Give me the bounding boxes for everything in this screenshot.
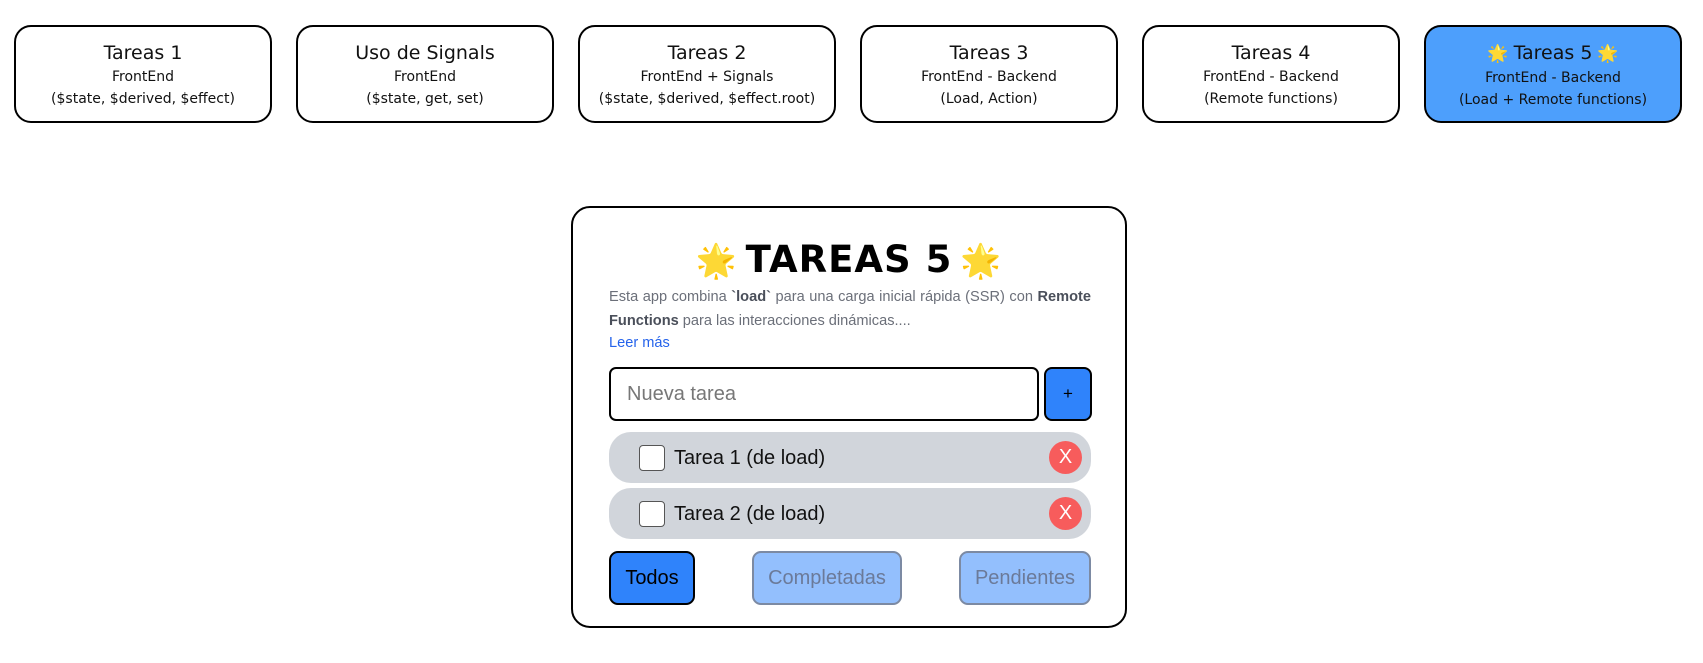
nav-card-tareas-2[interactable]: Tareas 2 FrontEnd + Signals ($state, $de… xyxy=(578,25,836,123)
nav-card-title: Uso de Signals xyxy=(355,42,495,64)
app-description: Esta app combina `load` para una carga i… xyxy=(609,285,1091,333)
new-task-input[interactable] xyxy=(609,367,1039,421)
task-checkbox[interactable] xyxy=(639,501,665,527)
nav-card-title: Tareas 2 xyxy=(667,42,747,64)
nav-card-details: (Remote functions) xyxy=(1204,91,1338,107)
delete-task-button[interactable]: X xyxy=(1049,441,1082,474)
nav-card-details: (Load + Remote functions) xyxy=(1458,92,1648,108)
nav-card-title: 🌟 Tareas 5 🌟 xyxy=(1426,41,1680,66)
nav-card-details: ($state, get, set) xyxy=(366,91,484,107)
tasks-panel: 🌟 TAREAS 5 🌟 Esta app combina `load` para … xyxy=(571,206,1127,628)
nav-card-tareas-4[interactable]: Tareas 4 FrontEnd - Backend (Remote func… xyxy=(1142,25,1400,123)
nav-card-tareas-5[interactable]: 🌟 Tareas 5 🌟 FrontEnd - Backend (Load + Re… xyxy=(1424,25,1682,123)
nav-card-title: Tareas 4 xyxy=(1231,42,1311,64)
page-title: 🌟 TAREAS 5 🌟 xyxy=(573,238,1125,283)
nav-card-subtitle: FrontEnd - Backend xyxy=(921,69,1057,85)
nav-card-tareas-1[interactable]: Tareas 1 FrontEnd ($state, $derived, $ef… xyxy=(14,25,272,123)
description-text: para una carga inicial rápida (SSR) con xyxy=(770,289,1038,305)
task-label: Tarea 1 (de load) xyxy=(674,447,826,469)
top-navigation: Tareas 1 FrontEnd ($state, $derived, $ef… xyxy=(0,0,1703,140)
nav-card-title-text: Tareas 5 xyxy=(1513,42,1593,64)
star-icon: 🌟 xyxy=(695,241,738,280)
nav-card-subtitle: FrontEnd - Backend xyxy=(1485,70,1621,86)
nav-card-title: Tareas 1 xyxy=(103,42,183,64)
description-text: para las interacciones dinámicas.... xyxy=(678,313,911,329)
nav-card-subtitle: FrontEnd xyxy=(111,69,174,85)
add-task-button[interactable]: + xyxy=(1044,367,1092,421)
star-icon: 🌟 xyxy=(1487,44,1509,64)
filter-pending-button[interactable]: Pendientes xyxy=(959,551,1091,605)
description-load-term: `load` xyxy=(731,289,771,305)
nav-card-subtitle: FrontEnd xyxy=(393,69,456,85)
filter-all-button[interactable]: Todos xyxy=(609,551,695,605)
nav-card-details: ($state, $derived, $effect.root) xyxy=(598,91,816,107)
star-icon: 🌟 xyxy=(960,241,1003,280)
description-text: Esta app combina xyxy=(609,289,732,305)
task-item: Tarea 1 (de load) X xyxy=(609,432,1091,483)
read-more-link[interactable]: Leer más xyxy=(609,335,670,351)
nav-card-tareas-3[interactable]: Tareas 3 FrontEnd - Backend (Load, Actio… xyxy=(860,25,1118,123)
nav-card-details: (Load, Action) xyxy=(940,91,1038,107)
task-item: Tarea 2 (de load) X xyxy=(609,488,1091,539)
page-title-text: TAREAS 5 xyxy=(745,238,953,281)
delete-task-button[interactable]: X xyxy=(1049,497,1082,530)
filter-completed-button[interactable]: Completadas xyxy=(752,551,902,605)
nav-card-subtitle: FrontEnd + Signals xyxy=(640,69,774,85)
nav-card-signals[interactable]: Uso de Signals FrontEnd ($state, get, se… xyxy=(296,25,554,123)
star-icon: 🌟 xyxy=(1597,44,1619,64)
nav-card-subtitle: FrontEnd - Backend xyxy=(1203,69,1339,85)
nav-card-details: ($state, $derived, $effect) xyxy=(51,91,235,107)
nav-card-title: Tareas 3 xyxy=(949,42,1029,64)
task-checkbox[interactable] xyxy=(639,445,665,471)
task-label: Tarea 2 (de load) xyxy=(674,503,826,525)
